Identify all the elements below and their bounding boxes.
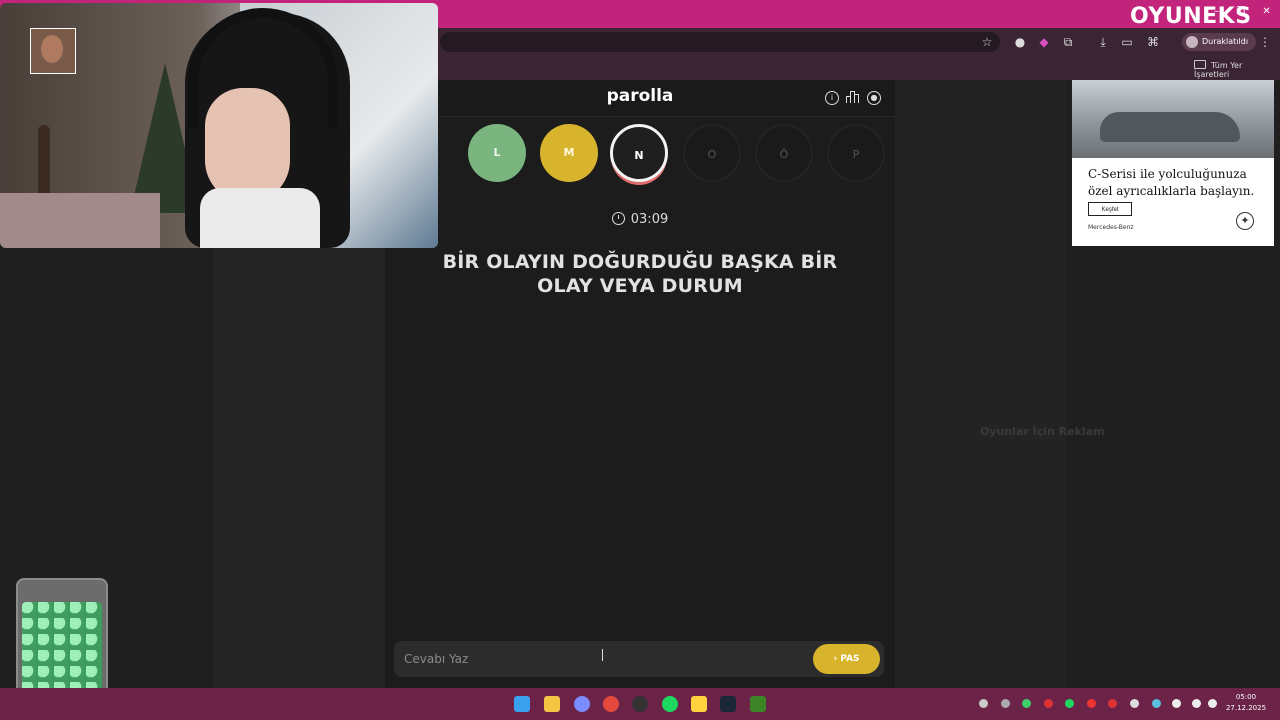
right-panel — [895, 80, 1067, 688]
clock-time: 05:00 — [1235, 693, 1257, 701]
faded-ad-label: Oyunlar İçin Reklam — [980, 425, 1105, 438]
letter-n-circle: N — [610, 124, 668, 182]
letter-ö-circle: Ö — [755, 124, 813, 182]
tray-icon[interactable] — [1087, 699, 1096, 708]
ad-headline: C-Serisi ile yolculuğunuza özel ayrıcalı… — [1088, 167, 1255, 198]
extension-icon[interactable]: ● — [1013, 35, 1027, 49]
network-icon[interactable] — [1192, 699, 1201, 708]
file-explorer-icon[interactable] — [544, 696, 560, 712]
tray-icon[interactable] — [1065, 699, 1074, 708]
car-image — [1100, 112, 1240, 142]
tray-icon[interactable] — [1108, 699, 1117, 708]
microphone-icon[interactable] — [1172, 699, 1181, 708]
letter-m-circle: M — [540, 124, 598, 182]
app-icon[interactable] — [574, 696, 590, 712]
game-header: parolla i ● — [385, 80, 895, 117]
obs-icon[interactable] — [632, 696, 648, 712]
stats-icon[interactable] — [846, 91, 859, 103]
user-icon[interactable]: ● — [867, 91, 881, 105]
jar-fill — [22, 602, 102, 702]
extension-icon[interactable]: ◆ — [1037, 35, 1051, 49]
tray-icon[interactable] — [1022, 699, 1031, 708]
pass-label: PAS — [840, 654, 860, 664]
puzzle-icon[interactable]: ⧉ — [1061, 35, 1075, 49]
split-view-icon[interactable]: ▭ — [1120, 35, 1134, 49]
chevron-right-icon: › — [833, 654, 838, 664]
ad-cta-button[interactable]: Keşfet — [1088, 202, 1132, 216]
clock-date: 27.12.2025 — [1225, 704, 1267, 712]
timer: 03:09 — [385, 212, 895, 227]
chrome-icon[interactable] — [603, 696, 619, 712]
webcam-inset — [30, 28, 76, 74]
download-icon[interactable]: ⤓ — [1096, 35, 1110, 49]
tray-icon[interactable] — [979, 699, 988, 708]
menu-icon[interactable]: ⋮ — [1258, 35, 1272, 49]
letter-p-circle: P — [827, 124, 885, 182]
mouse-cursor — [602, 649, 605, 661]
clock-icon — [611, 212, 625, 225]
volume-icon[interactable] — [1208, 699, 1217, 708]
taskbar-clock[interactable]: 05:00 27.12.2025 — [1222, 692, 1270, 714]
tray-icon[interactable] — [1044, 699, 1053, 708]
steam-icon[interactable] — [720, 696, 736, 712]
pass-button[interactable]: › PAS — [813, 644, 880, 674]
minimize-icon[interactable]: – — [1214, 6, 1219, 17]
mercedes-logo-icon: ✦ — [1236, 212, 1254, 230]
timer-value: 03:09 — [630, 212, 669, 227]
info-icon[interactable]: i — [825, 91, 839, 105]
tray-icon[interactable] — [1130, 699, 1139, 708]
bed — [0, 193, 160, 248]
page-title: parolla — [606, 86, 674, 106]
spotify-icon[interactable] — [662, 696, 678, 712]
webcam-overlay — [0, 3, 438, 248]
app-icon[interactable] — [691, 696, 707, 712]
tray-icon[interactable] — [1152, 699, 1161, 708]
address-bar[interactable] — [440, 32, 1000, 52]
letter-l-circle: L — [468, 124, 526, 182]
letter-wheel: LMNOÖP — [385, 116, 895, 196]
letter-o-circle: O — [683, 124, 741, 182]
restore-icon[interactable]: ❐ — [1236, 6, 1245, 17]
advertisement[interactable]: C-Serisi ile yolculuğunuza özel ayrıcalı… — [1072, 80, 1274, 246]
window-controls[interactable]: – ❐ ✕ — [1200, 6, 1271, 17]
start-icon[interactable] — [514, 696, 530, 712]
star-icon[interactable]: ☆ — [980, 35, 994, 49]
inset-face — [41, 35, 63, 63]
ad-brand: Mercedes-Benz — [1088, 224, 1134, 231]
tray-icon[interactable] — [1001, 699, 1010, 708]
close-icon[interactable]: ✕ — [1262, 6, 1270, 17]
question-text: BİR OLAYIN DOĞURDUĞU BAŞKA BİR OLAY VEYA… — [442, 251, 838, 297]
sidebar-icon[interactable]: ⌘ — [1146, 35, 1160, 49]
all-bookmarks-button[interactable]: Tüm Yer İşaretleri — [1194, 60, 1280, 79]
profile-button[interactable]: Duraklatıldı — [1182, 33, 1257, 51]
minecraft-icon[interactable] — [750, 696, 766, 712]
streamer-shirt — [200, 188, 320, 248]
